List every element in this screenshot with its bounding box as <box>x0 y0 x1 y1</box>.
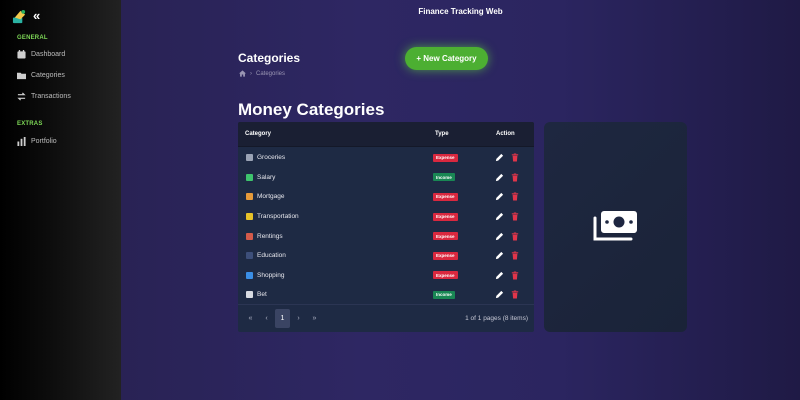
sidebar-item-transactions[interactable]: Transactions <box>17 92 71 101</box>
bus-icon <box>246 213 253 221</box>
category-cell: Mortgage <box>246 193 285 201</box>
page-title: Categories <box>238 51 301 65</box>
type-badge: Income <box>433 173 455 182</box>
sidebar-item-label: Portfolio <box>31 138 57 145</box>
sidebar-item-label: Dashboard <box>31 51 66 58</box>
delete-icon[interactable] <box>511 290 519 299</box>
edit-icon[interactable] <box>495 212 504 221</box>
delete-icon[interactable] <box>511 153 519 162</box>
table-row: Groceries Expense <box>238 148 534 168</box>
column-header-type[interactable]: Type <box>435 131 449 137</box>
home-icon <box>246 232 253 240</box>
type-badge: Expense <box>433 212 458 221</box>
pagination: « ‹ 1 › » 1 of 1 pages (8 items) <box>238 304 534 332</box>
prev-page-button[interactable]: ‹ <box>259 309 274 328</box>
category-name: Groceries <box>257 154 286 162</box>
table-row: Shopping Expense <box>238 266 534 286</box>
category-name: Rentings <box>257 232 283 240</box>
last-page-button[interactable]: » <box>307 309 322 328</box>
category-name: Education <box>257 252 286 260</box>
school-icon <box>246 252 253 260</box>
edit-icon[interactable] <box>495 192 504 201</box>
column-header-action: Action <box>496 131 515 137</box>
delete-icon[interactable] <box>511 251 519 260</box>
money-bills-icon <box>593 211 637 241</box>
page-1-button[interactable]: 1 <box>275 309 290 328</box>
delete-icon[interactable] <box>511 271 519 280</box>
collapse-sidebar-button[interactable]: « <box>33 9 40 22</box>
home-icon[interactable] <box>239 70 246 77</box>
table-header: Category Type Action <box>238 122 534 147</box>
type-badge: Expense <box>433 153 458 162</box>
calendar-icon <box>17 50 26 59</box>
category-cell: Shopping <box>246 271 285 279</box>
section-label-general: GENERAL <box>17 35 48 41</box>
category-name: Shopping <box>257 271 285 279</box>
sidebar: « GENERAL Dashboard Categories Transacti… <box>0 0 121 400</box>
edit-icon[interactable] <box>495 251 504 260</box>
section-title: Money Categories <box>238 100 385 119</box>
edit-icon[interactable] <box>495 232 504 241</box>
category-cell: Education <box>246 252 286 260</box>
category-name: Transportation <box>257 213 299 221</box>
illustration-card <box>544 122 687 332</box>
category-name: Salary <box>257 173 276 181</box>
money-icon <box>246 173 253 181</box>
table-row: Bet Income <box>238 285 534 305</box>
type-badge: Income <box>433 290 455 299</box>
column-header-category[interactable]: Category <box>245 131 271 137</box>
table-row: Salary Income <box>238 168 534 188</box>
section-label-extras: EXTRAS <box>17 121 43 127</box>
app-logo-icon <box>12 9 26 24</box>
type-badge: Expense <box>433 251 458 260</box>
category-name: Mortgage <box>257 193 285 201</box>
sidebar-header: « <box>12 9 40 24</box>
delete-icon[interactable] <box>511 212 519 221</box>
edit-icon[interactable] <box>495 290 504 299</box>
cart-icon <box>246 154 253 162</box>
first-page-button[interactable]: « <box>243 309 258 328</box>
category-cell: Transportation <box>246 213 299 221</box>
new-category-button[interactable]: + New Category <box>405 47 488 70</box>
house-icon <box>246 193 253 201</box>
table-row: Rentings Expense <box>238 226 534 246</box>
type-badge: Expense <box>433 232 458 241</box>
breadcrumb: › Categories <box>239 70 285 77</box>
category-cell: Bet <box>246 291 267 299</box>
breadcrumb-current: Categories <box>256 70 286 77</box>
table-row: Mortgage Expense <box>238 187 534 207</box>
bar-chart-icon <box>17 137 26 146</box>
dice-icon <box>246 291 253 299</box>
sidebar-item-categories[interactable]: Categories <box>17 71 65 80</box>
chevron-right-icon: › <box>250 70 252 77</box>
table-row: Education Expense <box>238 246 534 266</box>
delete-icon[interactable] <box>511 232 519 241</box>
table-row: Transportation Expense <box>238 207 534 227</box>
sidebar-item-label: Transactions <box>31 93 71 100</box>
page-info: 1 of 1 pages (8 items) <box>465 315 528 322</box>
sidebar-item-label: Categories <box>31 72 65 79</box>
category-cell: Salary <box>246 173 276 181</box>
type-badge: Expense <box>433 192 458 201</box>
categories-table: Category Type Action Groceries Expense Sal… <box>238 122 534 332</box>
category-name: Bet <box>257 291 267 299</box>
edit-icon[interactable] <box>495 173 504 182</box>
type-badge: Expense <box>433 271 458 280</box>
edit-icon[interactable] <box>495 271 504 280</box>
next-page-button[interactable]: › <box>291 309 306 328</box>
exchange-icon <box>17 92 26 101</box>
delete-icon[interactable] <box>511 192 519 201</box>
folder-icon <box>17 72 26 80</box>
sidebar-item-dashboard[interactable]: Dashboard <box>17 50 65 59</box>
app-title: Finance Tracking Web <box>418 7 503 16</box>
category-cell: Rentings <box>246 232 283 240</box>
category-cell: Groceries <box>246 154 286 162</box>
edit-icon[interactable] <box>495 153 504 162</box>
shopping-bags-icon <box>246 271 253 279</box>
delete-icon[interactable] <box>511 173 519 182</box>
sidebar-item-portfolio[interactable]: Portfolio <box>17 137 57 146</box>
